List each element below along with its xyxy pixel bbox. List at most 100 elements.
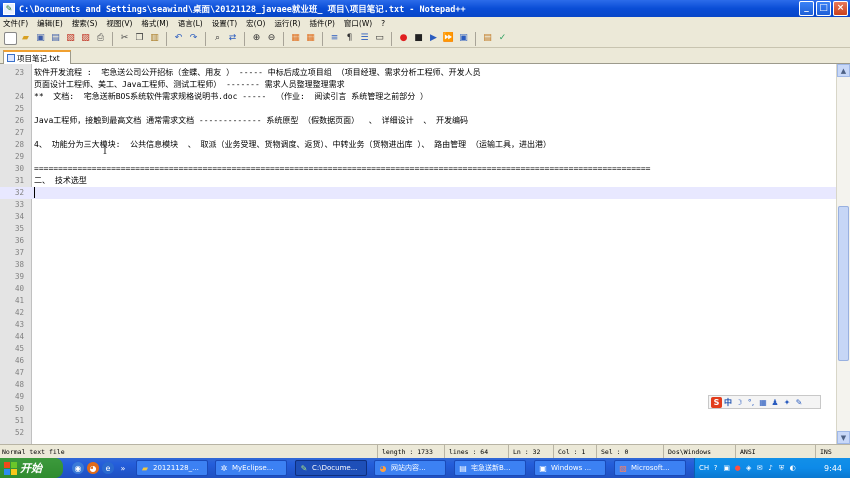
editor-line[interactable]: 51 [0,415,836,427]
skin-icon[interactable]: ✦ [782,397,792,407]
restore-button[interactable]: □ [816,1,831,16]
undo-icon[interactable]: ↶ [172,32,185,45]
menu-format[interactable]: 格式(M) [141,18,168,29]
ime-toolbar[interactable]: S 中 ☽ °, ▦ ♟ ✦ ✎ [708,395,821,409]
paste-icon[interactable]: ▥ [148,32,161,45]
save-icon[interactable]: ▣ [34,32,47,45]
menu-run[interactable]: 运行(R) [274,18,300,29]
security-icon[interactable]: ◈ [744,464,753,473]
editor-line[interactable]: 43 [0,319,836,331]
menu-window[interactable]: 窗口(W) [344,18,372,29]
chat-icon[interactable]: ✉ [755,464,764,473]
user-icon[interactable]: ♟ [770,397,780,407]
save-all-icon[interactable]: ▤ [49,32,62,45]
editor-line[interactable]: 35 [0,223,836,235]
current-line[interactable]: 32 [0,187,836,199]
task-notepadpp[interactable]: ✎ C:\Docume... [295,460,367,476]
editor-line[interactable]: 30 ======================================… [0,163,836,175]
sogou-logo-icon[interactable]: S [711,396,722,408]
close-icon[interactable]: ▧ [64,32,77,45]
stop-record-icon[interactable]: ■ [412,32,425,45]
keyboard-icon[interactable]: ▦ [758,397,768,407]
menu-settings[interactable]: 设置(T) [212,18,237,29]
editor-line[interactable]: 48 [0,379,836,391]
editor-line[interactable]: 页面设计工程师、美工、Java工程师、测试工程师） ------- 需求人员整理… [0,79,836,91]
menu-file[interactable]: 文件(F) [3,18,28,29]
sync-h-icon[interactable]: ▦ [304,32,317,45]
task-microsoft[interactable]: ▧ Microsoft... [614,460,686,476]
wrench-icon[interactable]: ✎ [794,397,804,407]
save-macro-icon[interactable]: ▣ [457,32,470,45]
editor-line[interactable]: 34 [0,211,836,223]
editor-line[interactable]: 33 [0,199,836,211]
editor-area[interactable]: I 23 软件开发流程 : 宅急送公司公开招标（金蝶、用友 ） ----- 中标后… [0,64,836,444]
sync-v-icon[interactable]: ▦ [289,32,302,45]
editor-line[interactable]: 40 [0,283,836,295]
clock[interactable]: 9:44 [824,464,842,473]
run-icon[interactable]: ▤ [481,32,494,45]
menu-edit[interactable]: 编辑(E) [37,18,63,29]
help-icon[interactable]: ? [711,464,720,473]
play-multiple-icon[interactable]: ⏩ [442,32,455,45]
editor-line[interactable]: 52 [0,427,836,439]
minimize-button[interactable]: _ [799,1,814,16]
moon-icon[interactable]: ☽ [734,397,744,407]
replace-icon[interactable]: ⇄ [226,32,239,45]
tab-project-notes[interactable]: 项目笔记.txt [3,50,71,64]
ime-mode-label[interactable]: 中 [724,397,732,408]
cut-icon[interactable]: ✂ [118,32,131,45]
task-folder[interactable]: ▰ 20121128_... [136,460,208,476]
print-icon[interactable]: ⎙ [94,32,107,45]
menu-macro[interactable]: 宏(O) [246,18,265,29]
zoom-out-icon[interactable]: ⊖ [265,32,278,45]
shield-icon[interactable]: ⛨ [777,464,786,473]
punctuation-icon[interactable]: °, [746,397,756,407]
volume-icon[interactable]: ♪ [766,464,775,473]
firefox-quicklaunch-icon[interactable]: ◕ [87,462,99,474]
open-icon[interactable]: ▰ [19,32,32,45]
scroll-up-icon[interactable]: ▲ [837,64,850,77]
quicklaunch-more-icon[interactable]: » [117,462,129,474]
all-chars-icon[interactable]: ¶ [343,32,356,45]
task-myeclipse[interactable]: ✲ MyEclipse... [215,460,287,476]
editor-line[interactable]: 39 [0,271,836,283]
editor-line[interactable]: 23 软件开发流程 : 宅急送公司公开招标（金蝶、用友 ） ----- 中标后成立… [0,67,836,79]
editor-line[interactable]: 46 [0,355,836,367]
new-icon[interactable] [4,32,17,45]
scroll-down-icon[interactable]: ▼ [837,431,850,444]
notepadpp-app-icon[interactable]: ✎ [3,2,15,15]
editor-line[interactable]: 45 [0,343,836,355]
menu-language[interactable]: 语言(L) [178,18,203,29]
editor-line[interactable]: 47 [0,367,836,379]
editor-line[interactable]: 37 [0,247,836,259]
doc-map-icon[interactable]: ▭ [373,32,386,45]
menu-plugins[interactable]: 插件(P) [310,18,335,29]
task-windows[interactable]: ▣ Windows ... [534,460,606,476]
editor-line[interactable]: 42 [0,307,836,319]
editor-line[interactable]: 44 [0,331,836,343]
record-macro-icon[interactable]: ● [397,32,410,45]
redo-icon[interactable]: ↷ [187,32,200,45]
editor-line[interactable]: 26 Java工程师，接触到最高文档 通常需求文档 ------------- 系… [0,115,836,127]
editor-line[interactable]: 29 [0,151,836,163]
indent-guide-icon[interactable]: ☰ [358,32,371,45]
editor-line[interactable]: 41 [0,295,836,307]
copy-icon[interactable]: ❐ [133,32,146,45]
find-icon[interactable]: ⌕ [211,32,224,45]
spellcheck-icon[interactable]: ✓ [496,32,509,45]
editor-line[interactable]: 31 二、 技术选型 [0,175,836,187]
editor-line[interactable]: 28 4、 功能分为三大模块: 公共信息模块 、 取派（业务受理、货物调度、返货）… [0,139,836,151]
editor-line[interactable]: 27 [0,127,836,139]
show-desktop-icon[interactable]: ◉ [72,462,84,474]
scroll-thumb[interactable] [838,206,849,361]
close-button[interactable]: × [833,1,848,16]
editor-line[interactable]: 36 [0,235,836,247]
editor-line[interactable]: 25 [0,103,836,115]
close-all-icon[interactable]: ▨ [79,32,92,45]
ie-quicklaunch-icon[interactable]: e [102,462,114,474]
menu-search[interactable]: 搜索(S) [72,18,98,29]
network-icon[interactable]: ▣ [722,464,731,473]
vertical-scrollbar[interactable]: ▲ ▼ [836,64,850,444]
tray-language[interactable]: CH [699,464,709,472]
editor-line[interactable]: 38 [0,259,836,271]
